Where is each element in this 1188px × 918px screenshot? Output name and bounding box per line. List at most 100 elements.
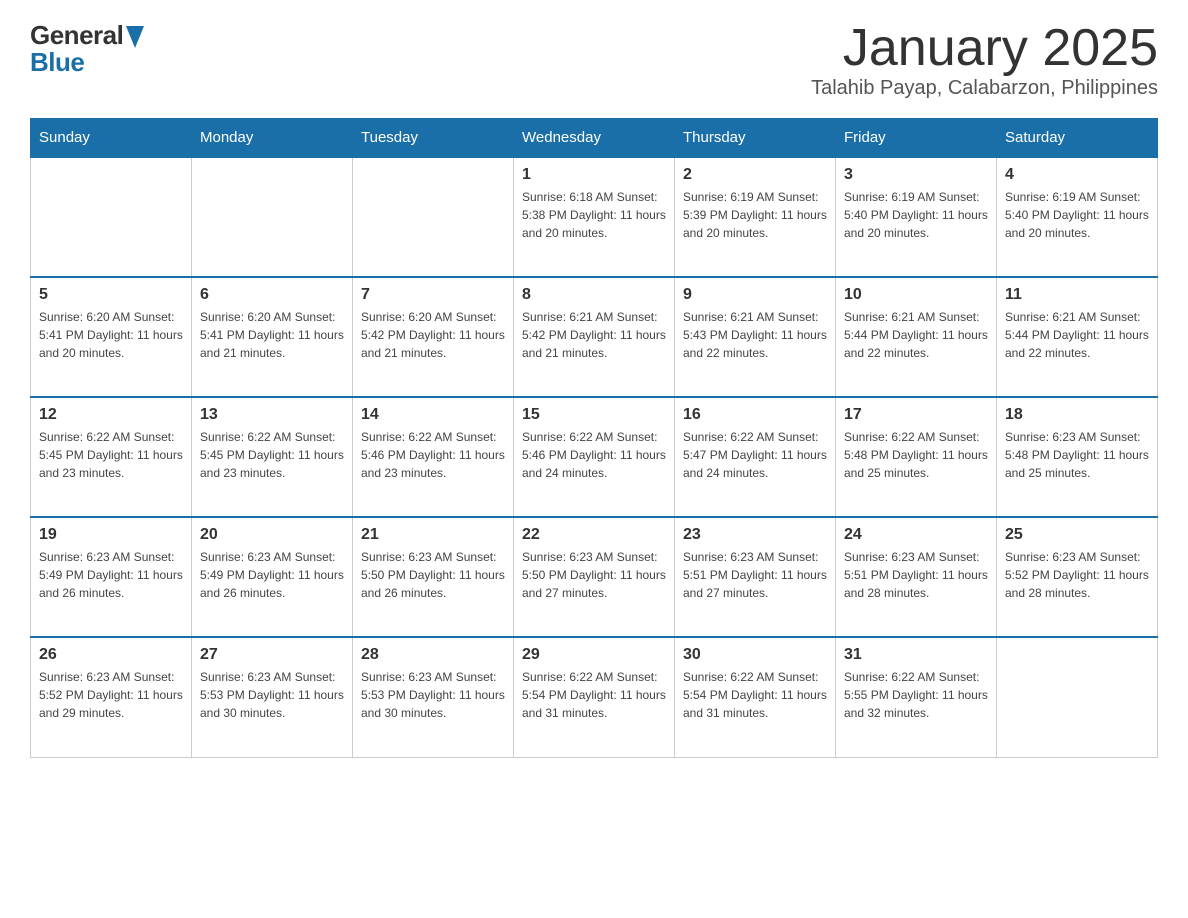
day-number: 16 [683, 406, 827, 424]
table-row [997, 637, 1158, 757]
day-info: Sunrise: 6:22 AM Sunset: 5:48 PM Dayligh… [844, 428, 988, 482]
table-row: 14 Sunrise: 6:22 AM Sunset: 5:46 PM Dayli… [353, 397, 514, 517]
day-info: Sunrise: 6:22 AM Sunset: 5:54 PM Dayligh… [522, 668, 666, 722]
table-row: 21Sunrise: 6:23 AM Sunset: 5:50 PM Dayli… [353, 517, 514, 637]
table-row: 19 Sunrise: 6:23 AM Sunset: 5:49 PM Dayli… [31, 517, 192, 637]
calendar-body: 1 Sunrise: 6:18 AM Sunset: 5:38 PM Daylig… [31, 157, 1158, 757]
day-number: 11 [1005, 286, 1149, 304]
table-row: 11 Sunrise: 6:21 AM Sunset: 5:44 PM Dayli… [997, 277, 1158, 397]
calendar-week-row: 1 Sunrise: 6:18 AM Sunset: 5:38 PM Daylig… [31, 157, 1158, 277]
day-info: Sunrise: 6:23 AM Sunset: 5:51 PM Dayligh… [683, 548, 827, 602]
col-sunday: Sunday [31, 119, 192, 158]
table-row: 8Sunrise: 6:21 AM Sunset: 5:42 PM Daylig… [514, 277, 675, 397]
day-info: Sunrise: 6:22 AM Sunset: 5:46 PM Dayligh… [361, 428, 505, 482]
table-row: 24 Sunrise: 6:23 AM Sunset: 5:51 PM Dayli… [836, 517, 997, 637]
day-number: 9 [683, 286, 827, 304]
day-info: Sunrise: 6:20 AM Sunset: 5:41 PM Dayligh… [200, 308, 344, 362]
table-row: 10Sunrise: 6:21 AM Sunset: 5:44 PM Dayli… [836, 277, 997, 397]
calendar-week-row: 12Sunrise: 6:22 AM Sunset: 5:45 PM Dayli… [31, 397, 1158, 517]
day-info: Sunrise: 6:23 AM Sunset: 5:52 PM Dayligh… [1005, 548, 1149, 602]
day-number: 8 [522, 286, 666, 304]
logo-text-blue: Blue [30, 47, 84, 78]
logo-triangle-icon [126, 26, 144, 48]
day-number: 1 [522, 166, 666, 184]
table-row: 25Sunrise: 6:23 AM Sunset: 5:52 PM Dayli… [997, 517, 1158, 637]
day-number: 23 [683, 526, 827, 544]
day-number: 27 [200, 646, 344, 664]
day-number: 19 [39, 526, 183, 544]
table-row: 7Sunrise: 6:20 AM Sunset: 5:42 PM Daylig… [353, 277, 514, 397]
table-row: 29 Sunrise: 6:22 AM Sunset: 5:54 PM Dayli… [514, 637, 675, 757]
day-info: Sunrise: 6:20 AM Sunset: 5:41 PM Dayligh… [39, 308, 183, 362]
day-number: 3 [844, 166, 988, 184]
title-block: January 2025 Talahib Payap, Calabarzon, … [811, 20, 1158, 100]
day-number: 5 [39, 286, 183, 304]
day-number: 6 [200, 286, 344, 304]
table-row: 1 Sunrise: 6:18 AM Sunset: 5:38 PM Daylig… [514, 157, 675, 277]
calendar-week-row: 5 Sunrise: 6:20 AM Sunset: 5:41 PM Daylig… [31, 277, 1158, 397]
day-info: Sunrise: 6:23 AM Sunset: 5:53 PM Dayligh… [200, 668, 344, 722]
table-row: 13Sunrise: 6:22 AM Sunset: 5:45 PM Dayli… [192, 397, 353, 517]
table-row: 5 Sunrise: 6:20 AM Sunset: 5:41 PM Daylig… [31, 277, 192, 397]
table-row: 9 Sunrise: 6:21 AM Sunset: 5:43 PM Daylig… [675, 277, 836, 397]
day-info: Sunrise: 6:23 AM Sunset: 5:48 PM Dayligh… [1005, 428, 1149, 482]
col-saturday: Saturday [997, 119, 1158, 158]
day-number: 17 [844, 406, 988, 424]
day-number: 26 [39, 646, 183, 664]
table-row [192, 157, 353, 277]
page-header: General Blue January 2025 Talahib Payap,… [30, 20, 1158, 100]
day-number: 7 [361, 286, 505, 304]
day-number: 2 [683, 166, 827, 184]
day-number: 24 [844, 526, 988, 544]
day-info: Sunrise: 6:22 AM Sunset: 5:55 PM Dayligh… [844, 668, 988, 722]
table-row: 31 Sunrise: 6:22 AM Sunset: 5:55 PM Dayli… [836, 637, 997, 757]
day-number: 12 [39, 406, 183, 424]
day-info: Sunrise: 6:23 AM Sunset: 5:49 PM Dayligh… [39, 548, 183, 602]
table-row: 26Sunrise: 6:23 AM Sunset: 5:52 PM Dayli… [31, 637, 192, 757]
day-number: 15 [522, 406, 666, 424]
day-number: 29 [522, 646, 666, 664]
calendar-table: Sunday Monday Tuesday Wednesday Thursday… [30, 118, 1158, 758]
calendar-week-row: 19 Sunrise: 6:23 AM Sunset: 5:49 PM Dayli… [31, 517, 1158, 637]
day-info: Sunrise: 6:22 AM Sunset: 5:54 PM Dayligh… [683, 668, 827, 722]
day-info: Sunrise: 6:21 AM Sunset: 5:44 PM Dayligh… [844, 308, 988, 362]
day-info: Sunrise: 6:23 AM Sunset: 5:49 PM Dayligh… [200, 548, 344, 602]
calendar-header: Sunday Monday Tuesday Wednesday Thursday… [31, 119, 1158, 158]
col-wednesday: Wednesday [514, 119, 675, 158]
day-number: 31 [844, 646, 988, 664]
day-info: Sunrise: 6:19 AM Sunset: 5:39 PM Dayligh… [683, 188, 827, 242]
table-row: 17 Sunrise: 6:22 AM Sunset: 5:48 PM Dayli… [836, 397, 997, 517]
table-row [353, 157, 514, 277]
day-number: 18 [1005, 406, 1149, 424]
day-info: Sunrise: 6:23 AM Sunset: 5:53 PM Dayligh… [361, 668, 505, 722]
day-number: 22 [522, 526, 666, 544]
table-row: 16 Sunrise: 6:22 AM Sunset: 5:47 PM Dayli… [675, 397, 836, 517]
day-info: Sunrise: 6:21 AM Sunset: 5:44 PM Dayligh… [1005, 308, 1149, 362]
day-info: Sunrise: 6:21 AM Sunset: 5:43 PM Dayligh… [683, 308, 827, 362]
table-row: 20 Sunrise: 6:23 AM Sunset: 5:49 PM Dayli… [192, 517, 353, 637]
day-number: 20 [200, 526, 344, 544]
table-row: 3 Sunrise: 6:19 AM Sunset: 5:40 PM Daylig… [836, 157, 997, 277]
table-row: 28 Sunrise: 6:23 AM Sunset: 5:53 PM Dayli… [353, 637, 514, 757]
col-thursday: Thursday [675, 119, 836, 158]
table-row: 18 Sunrise: 6:23 AM Sunset: 5:48 PM Dayli… [997, 397, 1158, 517]
table-row: 27 Sunrise: 6:23 AM Sunset: 5:53 PM Dayli… [192, 637, 353, 757]
col-friday: Friday [836, 119, 997, 158]
table-row: 4Sunrise: 6:19 AM Sunset: 5:40 PM Daylig… [997, 157, 1158, 277]
day-info: Sunrise: 6:19 AM Sunset: 5:40 PM Dayligh… [1005, 188, 1149, 242]
day-info: Sunrise: 6:22 AM Sunset: 5:46 PM Dayligh… [522, 428, 666, 482]
table-row: 30 Sunrise: 6:22 AM Sunset: 5:54 PM Dayli… [675, 637, 836, 757]
day-number: 13 [200, 406, 344, 424]
table-row [31, 157, 192, 277]
day-number: 14 [361, 406, 505, 424]
col-tuesday: Tuesday [353, 119, 514, 158]
day-info: Sunrise: 6:22 AM Sunset: 5:47 PM Dayligh… [683, 428, 827, 482]
calendar-title: January 2025 [811, 20, 1158, 77]
day-info: Sunrise: 6:23 AM Sunset: 5:51 PM Dayligh… [844, 548, 988, 602]
day-info: Sunrise: 6:19 AM Sunset: 5:40 PM Dayligh… [844, 188, 988, 242]
day-info: Sunrise: 6:18 AM Sunset: 5:38 PM Dayligh… [522, 188, 666, 242]
day-number: 30 [683, 646, 827, 664]
days-of-week-row: Sunday Monday Tuesday Wednesday Thursday… [31, 119, 1158, 158]
table-row: 12Sunrise: 6:22 AM Sunset: 5:45 PM Dayli… [31, 397, 192, 517]
day-number: 28 [361, 646, 505, 664]
